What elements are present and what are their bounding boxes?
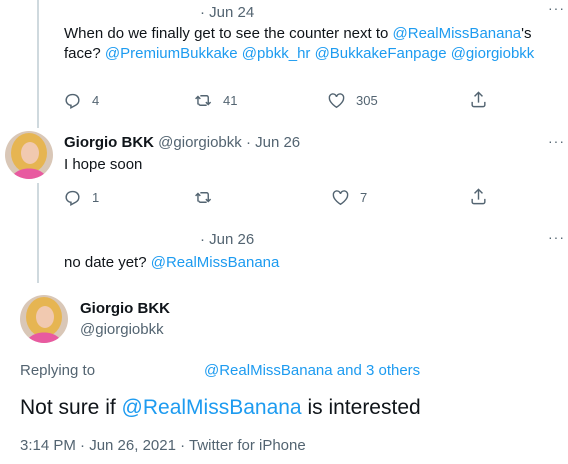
thread-line xyxy=(37,183,39,283)
share-button[interactable] xyxy=(469,187,498,206)
tweet-date[interactable]: · Jun 24 xyxy=(200,3,254,23)
thread-line xyxy=(37,0,39,128)
retweet-button[interactable]: 41 xyxy=(194,91,237,110)
tweet-text: no date yet? @RealMissBanana xyxy=(64,254,280,271)
mention-link[interactable]: @RealMissBanana xyxy=(393,25,522,42)
retweet-button[interactable] xyxy=(194,188,223,207)
mention-links[interactable]: @PremiumBukkake @pbkk_hr @BukkakeFanpage… xyxy=(105,45,534,62)
more-icon[interactable]: ··· xyxy=(548,0,565,16)
share-button[interactable] xyxy=(469,90,498,109)
tweet-meta[interactable]: 3:14 PM · Jun 26, 2021 · Twitter for iPh… xyxy=(20,436,306,456)
heart-icon xyxy=(332,190,349,206)
retweet-count: 41 xyxy=(223,93,238,108)
display-name[interactable]: Giorgio BKK xyxy=(64,134,154,151)
like-count: 305 xyxy=(356,93,378,108)
share-icon xyxy=(471,188,486,205)
reply-count: 1 xyxy=(92,190,100,205)
tweet-text: I hope soon xyxy=(64,156,143,173)
reply-icon xyxy=(65,190,80,206)
like-button[interactable]: 7 xyxy=(331,188,367,207)
tweet-header: Giorgio BKK @giorgiobkk · Jun 26 xyxy=(64,133,300,153)
avatar[interactable] xyxy=(20,295,68,343)
retweet-icon xyxy=(195,192,212,203)
mention-link[interactable]: @RealMissBanana xyxy=(151,254,280,271)
reply-count: 4 xyxy=(92,93,100,108)
heart-icon xyxy=(328,93,345,109)
like-button[interactable]: 305 xyxy=(327,91,378,110)
handle-date[interactable]: @giorgiobkk · Jun 26 xyxy=(158,134,300,151)
avatar[interactable] xyxy=(5,131,53,179)
tweet-text: Not sure if @RealMissBanana is intereste… xyxy=(20,396,421,419)
display-name[interactable]: Giorgio BKK xyxy=(80,299,170,319)
handle[interactable]: @giorgiobkk xyxy=(80,320,164,340)
mention-link[interactable]: @RealMissBanana xyxy=(122,396,302,419)
reply-button[interactable]: 1 xyxy=(63,188,99,207)
share-icon xyxy=(471,91,486,108)
tweet-date[interactable]: · Jun 26 xyxy=(200,230,254,250)
like-count: 7 xyxy=(360,190,368,205)
reply-icon xyxy=(65,93,80,109)
more-icon[interactable]: ··· xyxy=(548,133,565,149)
tweet-text: When do we finally get to see the counte… xyxy=(64,25,535,62)
replying-to-label: Replying to xyxy=(20,362,96,379)
replying-to-link[interactable]: @RealMissBanana and 3 others xyxy=(204,361,420,381)
reply-button[interactable]: 4 xyxy=(63,91,99,110)
retweet-icon xyxy=(195,95,212,106)
more-icon[interactable]: ··· xyxy=(548,229,565,245)
